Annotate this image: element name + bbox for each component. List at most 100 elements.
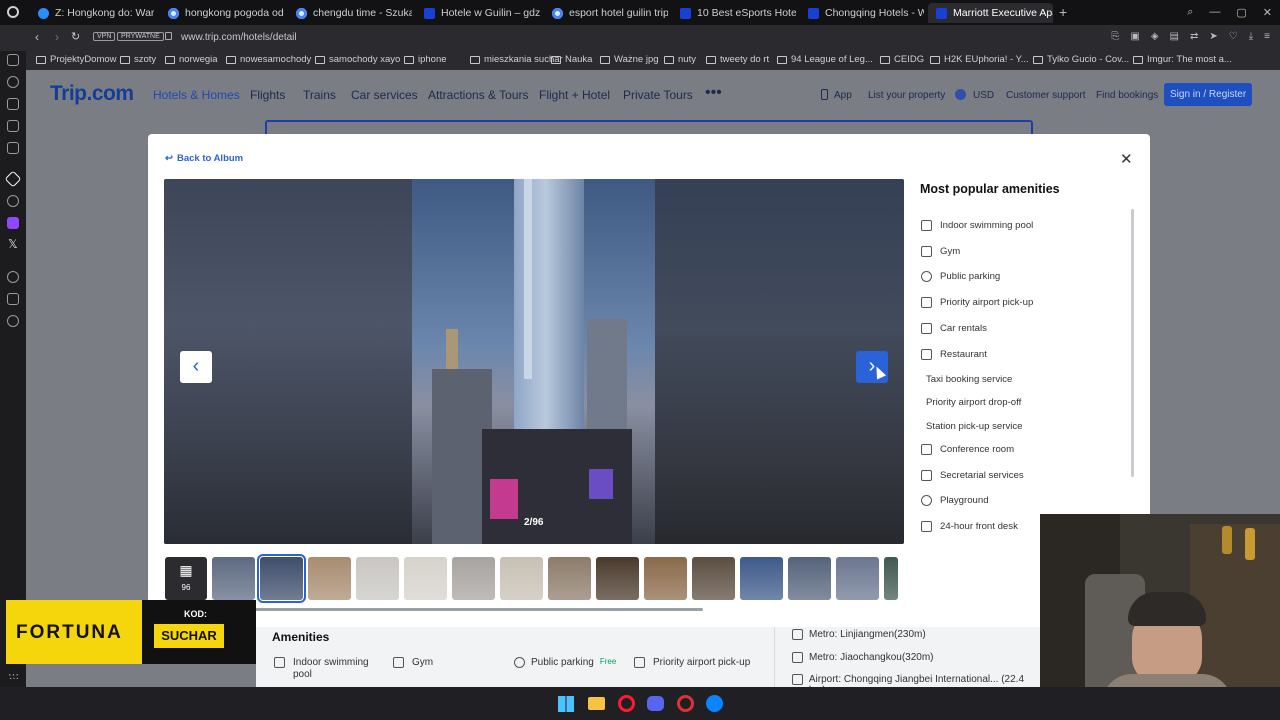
bookmark-item[interactable]: 94 League of Leg...: [777, 54, 873, 65]
windows-start-icon[interactable]: [558, 696, 574, 712]
translate-icon[interactable]: ⇄: [1190, 31, 1198, 42]
player-icon[interactable]: [7, 271, 19, 283]
bookmark-item[interactable]: nowesamochody: [226, 54, 311, 65]
nav-flight-hotel[interactable]: Flight + Hotel: [539, 88, 610, 102]
photo-thumbnail[interactable]: [884, 557, 898, 600]
nav-private-tours[interactable]: Private Tours: [623, 88, 693, 102]
currency-selector[interactable]: USD: [973, 90, 994, 101]
photo-thumbnail[interactable]: [452, 557, 495, 600]
close-modal-button[interactable]: ✕: [1120, 150, 1133, 168]
bookmark-item[interactable]: Nauka: [551, 54, 592, 65]
discord-icon[interactable]: [647, 696, 664, 711]
file-explorer-icon[interactable]: [588, 697, 605, 710]
photo-thumbnail[interactable]: [644, 557, 687, 600]
photo-thumbnail[interactable]: [692, 557, 735, 600]
bookmark-item[interactable]: Tylko Gucio - Cov...: [1033, 54, 1129, 65]
close-window-button[interactable]: ✕: [1263, 6, 1272, 19]
messenger-taskbar-icon[interactable]: [706, 695, 723, 712]
forward-icon[interactable]: ›: [55, 30, 59, 44]
nav-car-services[interactable]: Car services: [351, 88, 418, 102]
bookmark-item[interactable]: iphone: [404, 54, 447, 65]
bookmark-item[interactable]: norwegia: [165, 54, 218, 65]
extensions-icon[interactable]: [7, 293, 19, 305]
prev-photo-button[interactable]: ‹: [180, 351, 212, 383]
telegram-icon[interactable]: [7, 98, 19, 110]
next-photo-button[interactable]: ›: [856, 351, 888, 383]
twitch-icon[interactable]: [7, 217, 19, 229]
thumbnail-scrollbar[interactable]: [216, 608, 703, 611]
back-to-album-link[interactable]: ↩ Back to Album: [165, 153, 243, 164]
sign-in-button[interactable]: Sign in / Register: [1164, 83, 1253, 106]
menu-icon[interactable]: ≡: [1264, 31, 1270, 42]
adblock-icon[interactable]: ▤: [1170, 31, 1179, 42]
browser-tab[interactable]: 10 Best eSports Hotels in: [672, 3, 796, 23]
photo-thumbnail[interactable]: [404, 557, 447, 600]
reload-icon[interactable]: ↻: [71, 30, 80, 43]
app-link[interactable]: App: [834, 90, 852, 101]
browser-tab[interactable]: Hotele w Guilin – gdzie za: [416, 3, 540, 23]
opera-taskbar-icon[interactable]: [618, 695, 635, 712]
dots-icon[interactable]: ···: [9, 673, 19, 684]
browser-tab[interactable]: Chongqing Hotels - Wher: [800, 3, 924, 23]
send-icon[interactable]: ➤: [1209, 31, 1217, 42]
bookmark-item[interactable]: Ważne jpg: [600, 54, 659, 65]
bookmark-item[interactable]: szoty: [120, 54, 156, 65]
photo-thumbnail[interactable]: [212, 557, 255, 600]
opera-logo-icon[interactable]: [7, 6, 19, 18]
browser-tab[interactable]: Marriott Executive Apartm: [928, 3, 1053, 23]
photo-thumbnail[interactable]: [356, 557, 399, 600]
messenger-icon[interactable]: [7, 54, 19, 66]
settings-icon[interactable]: [7, 315, 19, 327]
snapshot-icon[interactable]: ▣: [1130, 31, 1139, 42]
bookmark-item[interactable]: ProjektyDomow: [36, 54, 117, 65]
url-field[interactable]: www.trip.com/hotels/detail: [181, 32, 297, 43]
browser-tab[interactable]: hongkong pogoda odczu: [160, 3, 284, 23]
mail-icon[interactable]: [7, 142, 19, 154]
whatsapp-icon[interactable]: [7, 76, 19, 88]
nav-trains[interactable]: Trains: [303, 88, 336, 102]
photo-thumbnail[interactable]: [257, 554, 306, 603]
back-icon[interactable]: ‹: [35, 30, 39, 44]
nav-hotels-homes[interactable]: Hotels & Homes: [153, 88, 240, 102]
workspaces-icon[interactable]: [7, 120, 19, 132]
list-property-link[interactable]: List your property: [868, 90, 945, 101]
photo-thumbnail[interactable]: [596, 557, 639, 600]
maximize-button[interactable]: ▢: [1236, 6, 1246, 19]
bookmark-item[interactable]: Imgur: The most a...: [1133, 54, 1232, 65]
new-tab-button[interactable]: +: [1059, 4, 1067, 20]
bookmark-item[interactable]: CEIDG: [880, 54, 924, 65]
bookmark-item[interactable]: nuty: [664, 54, 696, 65]
photo-thumbnail[interactable]: [308, 557, 351, 600]
photo-thumbnail[interactable]: [788, 557, 831, 600]
trip-logo[interactable]: Trip.com: [50, 82, 134, 106]
browser-tab[interactable]: esport hotel guilin trip - S: [544, 3, 668, 23]
nav-attractions-tours[interactable]: Attractions & Tours: [428, 88, 529, 102]
chrome-like-icon[interactable]: [677, 695, 694, 712]
search-tabs-icon[interactable]: ⌕: [1187, 6, 1193, 19]
chatgpt-icon[interactable]: [7, 195, 19, 207]
grid-view-button[interactable]: ▦ 96: [165, 557, 207, 600]
bookmark-item[interactable]: tweety do rt: [706, 54, 769, 65]
x-twitter-icon[interactable]: 𝕏: [8, 237, 18, 251]
browser-tab[interactable]: Z: Hongkong do: Warszaw: [30, 3, 154, 23]
bookmark-item[interactable]: mieszkania suchar: [470, 54, 563, 65]
photo-thumbnail[interactable]: [836, 557, 879, 600]
customer-support-link[interactable]: Customer support: [1006, 90, 1085, 101]
more-nav-icon[interactable]: •••: [705, 84, 722, 102]
find-bookings-link[interactable]: Find bookings: [1096, 90, 1158, 101]
photo-thumbnail[interactable]: [740, 557, 783, 600]
amenities-scrollbar[interactable]: [1131, 209, 1134, 477]
browser-tab[interactable]: chengdu time - Szukaj w: [288, 3, 412, 23]
aria-icon[interactable]: [4, 170, 22, 188]
bookmark-item[interactable]: samochody xayo: [315, 54, 400, 65]
bookmark-item[interactable]: H2K EUphoria! - Y...: [930, 54, 1029, 65]
photo-thumbnail[interactable]: [548, 557, 591, 600]
nav-flights[interactable]: Flights: [250, 88, 285, 102]
photo-thumbnail[interactable]: [500, 557, 543, 600]
shield-icon[interactable]: ◈: [1151, 31, 1159, 42]
download-icon[interactable]: ⤓: [1249, 31, 1253, 42]
heart-icon[interactable]: ♡: [1229, 31, 1238, 42]
vpn-badge[interactable]: VPN: [93, 32, 116, 41]
minimize-button[interactable]: —: [1209, 6, 1220, 19]
bookmark-page-icon[interactable]: ⎘: [1111, 31, 1119, 42]
